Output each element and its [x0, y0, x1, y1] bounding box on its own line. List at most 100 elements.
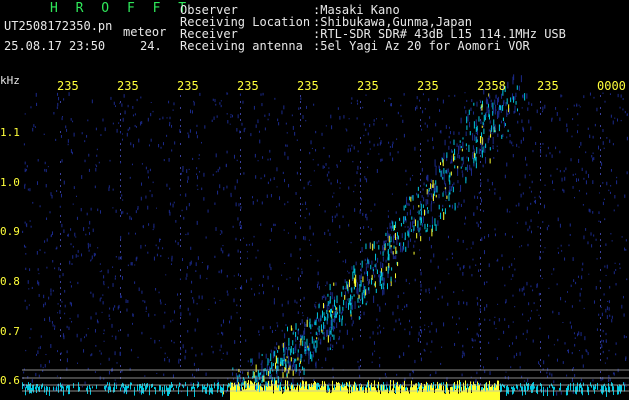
signal-trace — [22, 382, 23, 390]
noise-speck — [255, 175, 257, 179]
noise-speck — [310, 140, 312, 145]
signal-trace — [394, 273, 396, 279]
noise-speck — [439, 109, 441, 112]
noise-speck — [155, 244, 157, 247]
signal-trace — [332, 380, 333, 400]
noise-speck — [614, 195, 616, 199]
noise-speck — [435, 328, 437, 333]
signal-trace — [382, 282, 384, 290]
signal-trace — [410, 196, 412, 202]
noise-speck — [234, 340, 236, 344]
noise-speck — [63, 98, 65, 101]
noise-speck — [30, 328, 32, 331]
noise-speck — [405, 278, 407, 282]
noise-speck — [506, 136, 508, 139]
signal-trace — [130, 382, 131, 390]
noise-speck — [379, 142, 381, 146]
noise-speck — [530, 230, 532, 234]
signal-trace — [32, 385, 33, 391]
signal-trace — [108, 386, 109, 394]
signal-trace — [485, 391, 486, 400]
noise-speck — [543, 204, 545, 209]
grid-dot — [420, 353, 421, 355]
signal-trace — [277, 387, 278, 400]
noise-speck — [86, 212, 88, 216]
noise-speck — [340, 160, 342, 162]
noise-speck — [537, 226, 539, 228]
signal-trace — [389, 391, 390, 400]
signal-trace — [67, 385, 68, 389]
signal-trace — [466, 387, 467, 400]
noise-speck — [437, 265, 439, 269]
noise-speck — [61, 159, 63, 163]
noise-speck — [351, 97, 353, 100]
noise-speck — [197, 188, 199, 190]
noise-speck — [328, 171, 330, 174]
signal-trace — [504, 123, 506, 127]
noise-speck — [46, 266, 48, 269]
signal-trace — [247, 371, 249, 376]
noise-speck — [400, 115, 402, 117]
signal-trace — [594, 386, 595, 394]
grid-dot — [540, 149, 541, 151]
noise-speck — [228, 253, 230, 257]
noise-speck — [64, 304, 66, 308]
signal-trace — [422, 392, 423, 400]
signal-trace — [318, 328, 320, 332]
noise-speck — [458, 202, 460, 206]
noise-speck — [198, 158, 200, 160]
noise-speck — [170, 320, 172, 323]
noise-speck — [570, 325, 572, 329]
signal-trace — [368, 287, 370, 291]
signal-trace — [441, 384, 442, 400]
signal-trace — [481, 104, 483, 111]
noise-speck — [375, 118, 377, 120]
noise-speck — [248, 244, 250, 246]
noise-speck — [602, 350, 604, 354]
noise-speck — [626, 171, 628, 175]
signal-trace — [382, 277, 384, 282]
noise-speck — [24, 161, 26, 165]
noise-speck — [342, 260, 344, 263]
signal-trace — [294, 350, 296, 354]
noise-speck — [182, 344, 184, 349]
signal-trace — [406, 212, 408, 216]
noise-speck — [32, 127, 34, 132]
signal-trace — [432, 193, 434, 202]
grid-dot — [480, 191, 481, 193]
signal-trace — [279, 385, 280, 392]
grid-dot — [480, 239, 481, 241]
noise-speck — [346, 298, 348, 301]
grid-dot — [240, 371, 241, 373]
grid-dot — [300, 215, 301, 217]
signal-trace — [275, 355, 277, 364]
grid-dot — [240, 359, 241, 361]
noise-speck — [220, 324, 222, 327]
signal-trace — [263, 375, 265, 382]
noise-speck — [330, 291, 332, 296]
signal-trace — [288, 355, 290, 362]
noise-speck — [119, 131, 121, 134]
noise-speck — [153, 223, 155, 228]
signal-trace — [396, 382, 397, 385]
grid-dot — [420, 155, 421, 157]
signal-trace — [327, 320, 329, 325]
signal-trace — [337, 383, 338, 400]
noise-speck — [308, 212, 310, 216]
signal-trace — [391, 390, 392, 400]
signal-trace — [395, 386, 396, 394]
signal-trace — [371, 382, 372, 400]
noise-speck — [229, 123, 231, 125]
signal-trace — [440, 383, 441, 400]
noise-speck — [258, 130, 260, 133]
grid-dot — [420, 149, 421, 151]
noise-speck — [60, 193, 62, 198]
signal-trace — [259, 385, 260, 394]
noise-speck — [168, 100, 170, 104]
signal-trace — [427, 174, 429, 182]
noise-speck — [489, 371, 491, 376]
noise-speck — [511, 235, 513, 238]
grid-dot — [540, 227, 541, 229]
date-tail: 24. — [140, 39, 162, 53]
signal-trace — [480, 147, 482, 155]
